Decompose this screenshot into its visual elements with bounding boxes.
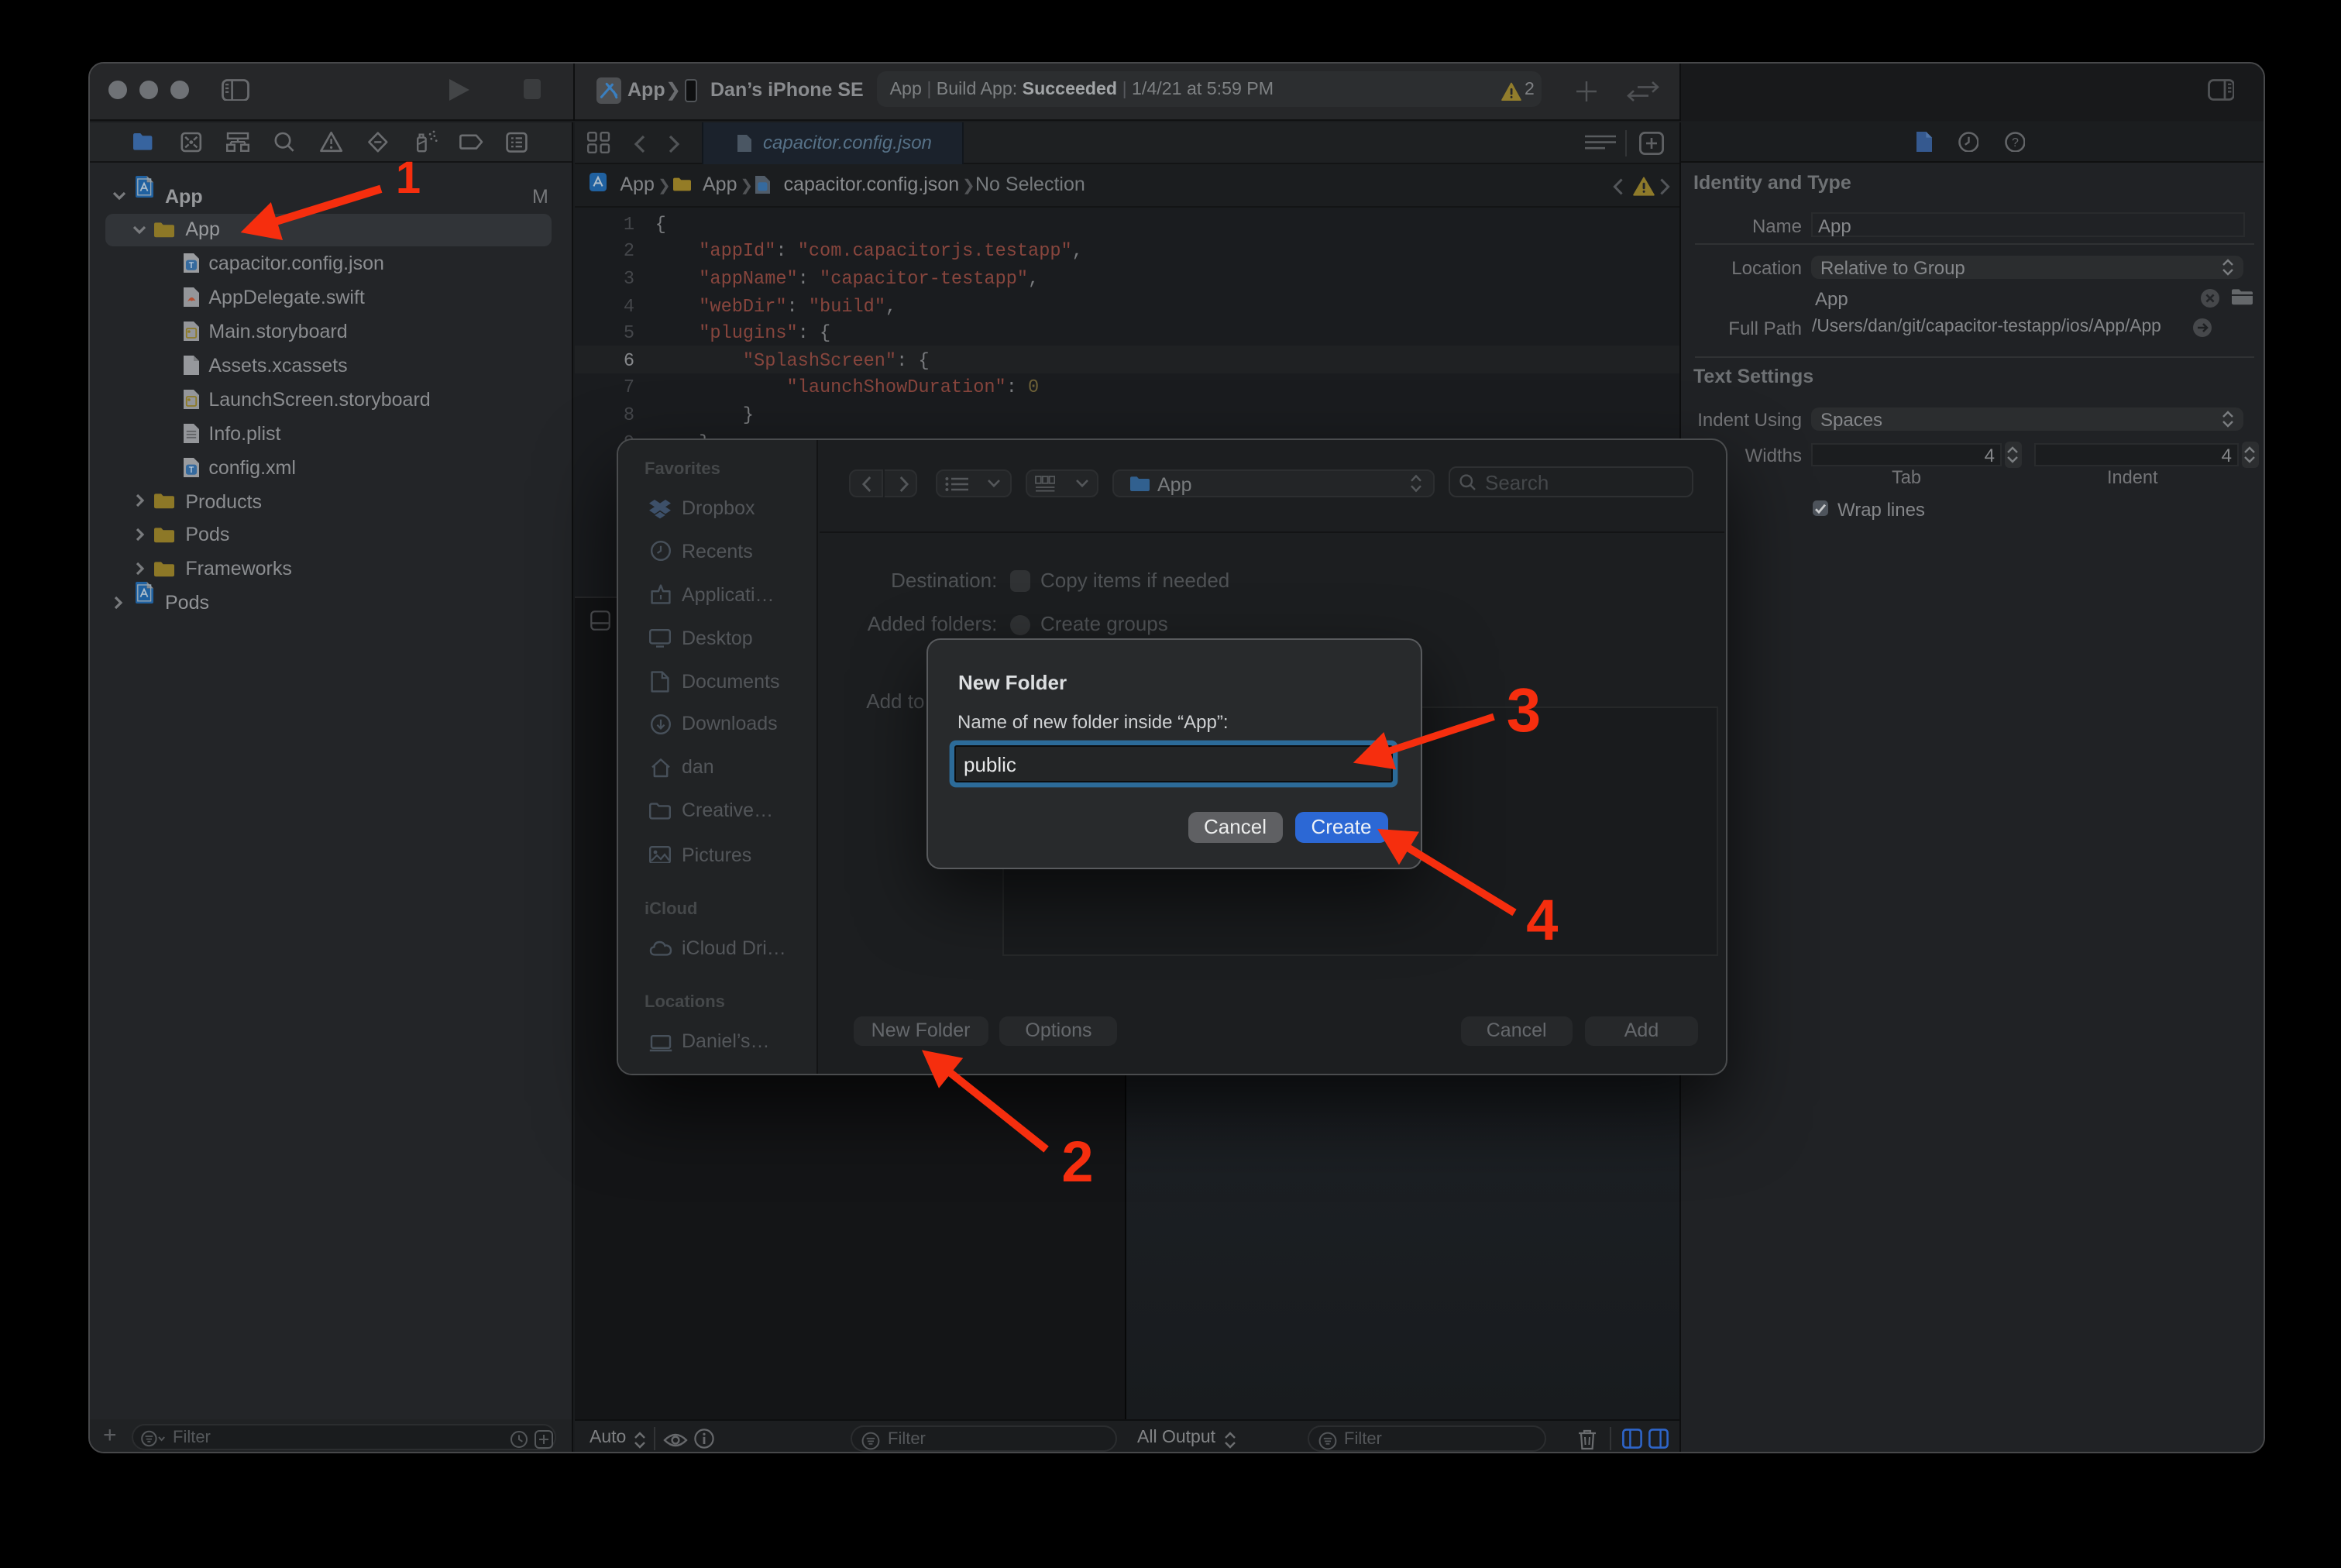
svg-text:2: 2 — [1061, 1130, 1093, 1194]
svg-text:1: 1 — [396, 153, 421, 203]
svg-text:3: 3 — [1507, 676, 1542, 744]
svg-text:4: 4 — [1526, 888, 1558, 952]
